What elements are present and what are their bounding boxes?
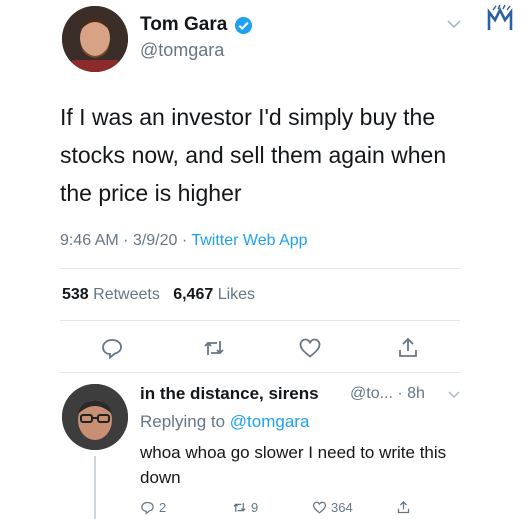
heart-icon: [312, 501, 327, 514]
retweets-label: Retweets: [93, 286, 160, 303]
reply-reply-button[interactable]: 2: [140, 500, 166, 515]
divider: [60, 372, 460, 373]
reply-like-count: 364: [331, 500, 353, 515]
reply-reply-count: 2: [159, 500, 167, 515]
thread-line: [94, 456, 96, 519]
tweet-time[interactable]: 9:46 AM: [60, 232, 119, 249]
reply-retweet-button[interactable]: 9: [232, 500, 258, 515]
likes-stat[interactable]: 6,467 Likes: [173, 286, 255, 303]
tweet-meta: 9:46 AM · 3/9/20 · Twitter Web App: [60, 232, 308, 250]
likes-count: 6,467: [173, 286, 214, 303]
logo-mark-icon: [487, 4, 513, 30]
replying-prefix: Replying to: [140, 412, 226, 431]
share-icon: [397, 500, 410, 514]
divider: [60, 268, 460, 269]
verified-badge-icon: [234, 16, 253, 35]
retweet-icon[interactable]: [202, 336, 226, 360]
tweet-stats: 538 Retweets 6,467 Likes: [62, 286, 255, 304]
reply-handle-time[interactable]: @to... · 8h: [350, 385, 425, 403]
author-avatar[interactable]: [62, 6, 128, 72]
tweet-text: If I was an investor I'd simply buy the …: [60, 104, 447, 206]
reply-share-button[interactable]: [396, 500, 411, 515]
replying-to: Replying to @tomgara: [140, 412, 309, 432]
share-icon[interactable]: [396, 336, 420, 360]
reply-retweet-count: 9: [251, 500, 259, 515]
reply-author-name[interactable]: in the distance, sirens: [140, 384, 319, 404]
tweet-card: Tom Gara @tomgara If I was an investor I…: [0, 0, 526, 519]
retweet-icon: [233, 503, 246, 512]
likes-label: Likes: [217, 286, 256, 303]
retweets-stat[interactable]: 538 Retweets: [62, 286, 160, 303]
chevron-down-icon[interactable]: [448, 390, 460, 399]
watermark-logo: [478, 4, 522, 44]
reply-icon: [141, 501, 154, 515]
chevron-down-icon[interactable]: [446, 18, 462, 30]
replying-handle-link[interactable]: @tomgara: [230, 412, 310, 431]
divider: [60, 320, 460, 321]
reply-icon[interactable]: [100, 336, 124, 360]
tweet-source-link[interactable]: Twitter Web App: [191, 232, 307, 249]
reply-text: whoa whoa go slower I need to write this…: [140, 443, 447, 487]
tweet-date[interactable]: 3/9/20: [133, 232, 177, 249]
meta-separator: ·: [181, 232, 192, 249]
reply-author-avatar[interactable]: [62, 384, 128, 450]
author-handle[interactable]: @tomgara: [140, 40, 224, 61]
meta-separator: ·: [123, 232, 133, 249]
author-name[interactable]: Tom Gara: [140, 14, 227, 36]
heart-icon[interactable]: [298, 336, 322, 360]
retweets-count: 538: [62, 286, 89, 303]
reply-like-button[interactable]: 364: [312, 500, 353, 515]
